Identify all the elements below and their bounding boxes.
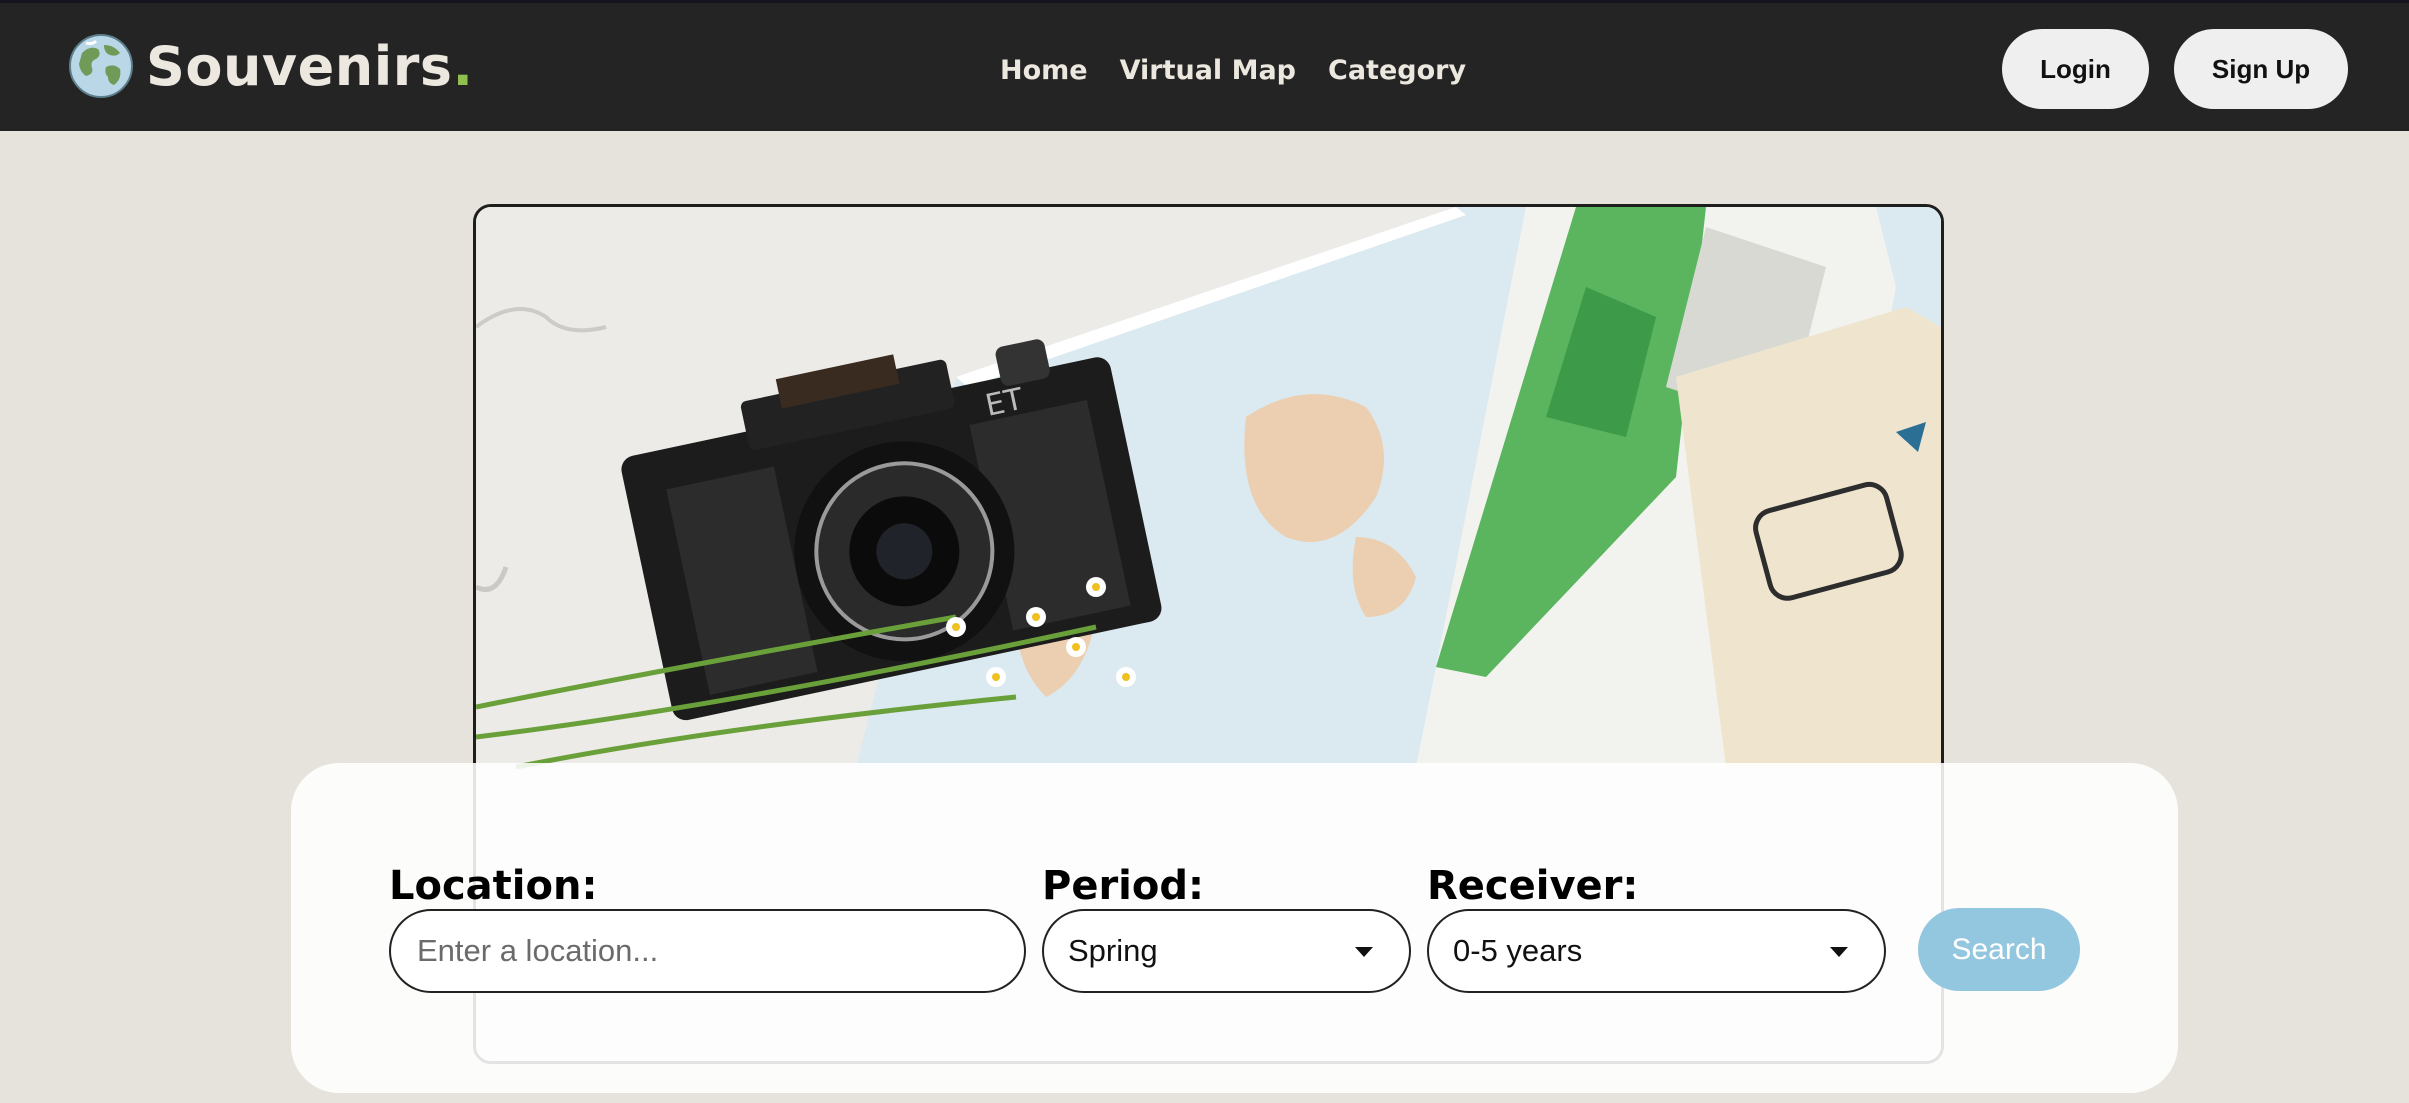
location-field[interactable]	[389, 909, 1026, 993]
brand-name: Souvenirs.	[146, 34, 474, 98]
chevron-down-icon	[1355, 947, 1373, 957]
login-button[interactable]: Login	[2002, 29, 2149, 109]
period-value: Spring	[1068, 933, 1158, 968]
location-input[interactable]	[415, 932, 1024, 970]
nav-link-virtual-map[interactable]: Virtual Map	[1120, 55, 1296, 86]
location-label: Location:	[389, 863, 598, 909]
period-label: Period:	[1042, 863, 1204, 909]
nav-links: Home Virtual Map Category	[1000, 55, 1466, 86]
receiver-select[interactable]: 0-5 years	[1427, 909, 1886, 993]
brand[interactable]: Souvenirs.	[68, 33, 474, 99]
search-card: Location: Period: Spring Receiver: 0-5 y…	[291, 763, 2178, 1093]
brand-dot: .	[452, 34, 474, 98]
signup-button[interactable]: Sign Up	[2174, 29, 2348, 109]
globe-icon	[69, 34, 133, 98]
search-button[interactable]: Search	[1918, 908, 2080, 991]
period-select[interactable]: Spring	[1042, 909, 1411, 993]
receiver-value: 0-5 years	[1453, 933, 1583, 968]
receiver-label: Receiver:	[1427, 863, 1639, 909]
nav-link-category[interactable]: Category	[1328, 55, 1466, 86]
nav-link-home[interactable]: Home	[1000, 55, 1088, 86]
navbar: Souvenirs. Home Virtual Map Category Log…	[0, 0, 2409, 131]
chevron-down-icon	[1830, 947, 1848, 957]
